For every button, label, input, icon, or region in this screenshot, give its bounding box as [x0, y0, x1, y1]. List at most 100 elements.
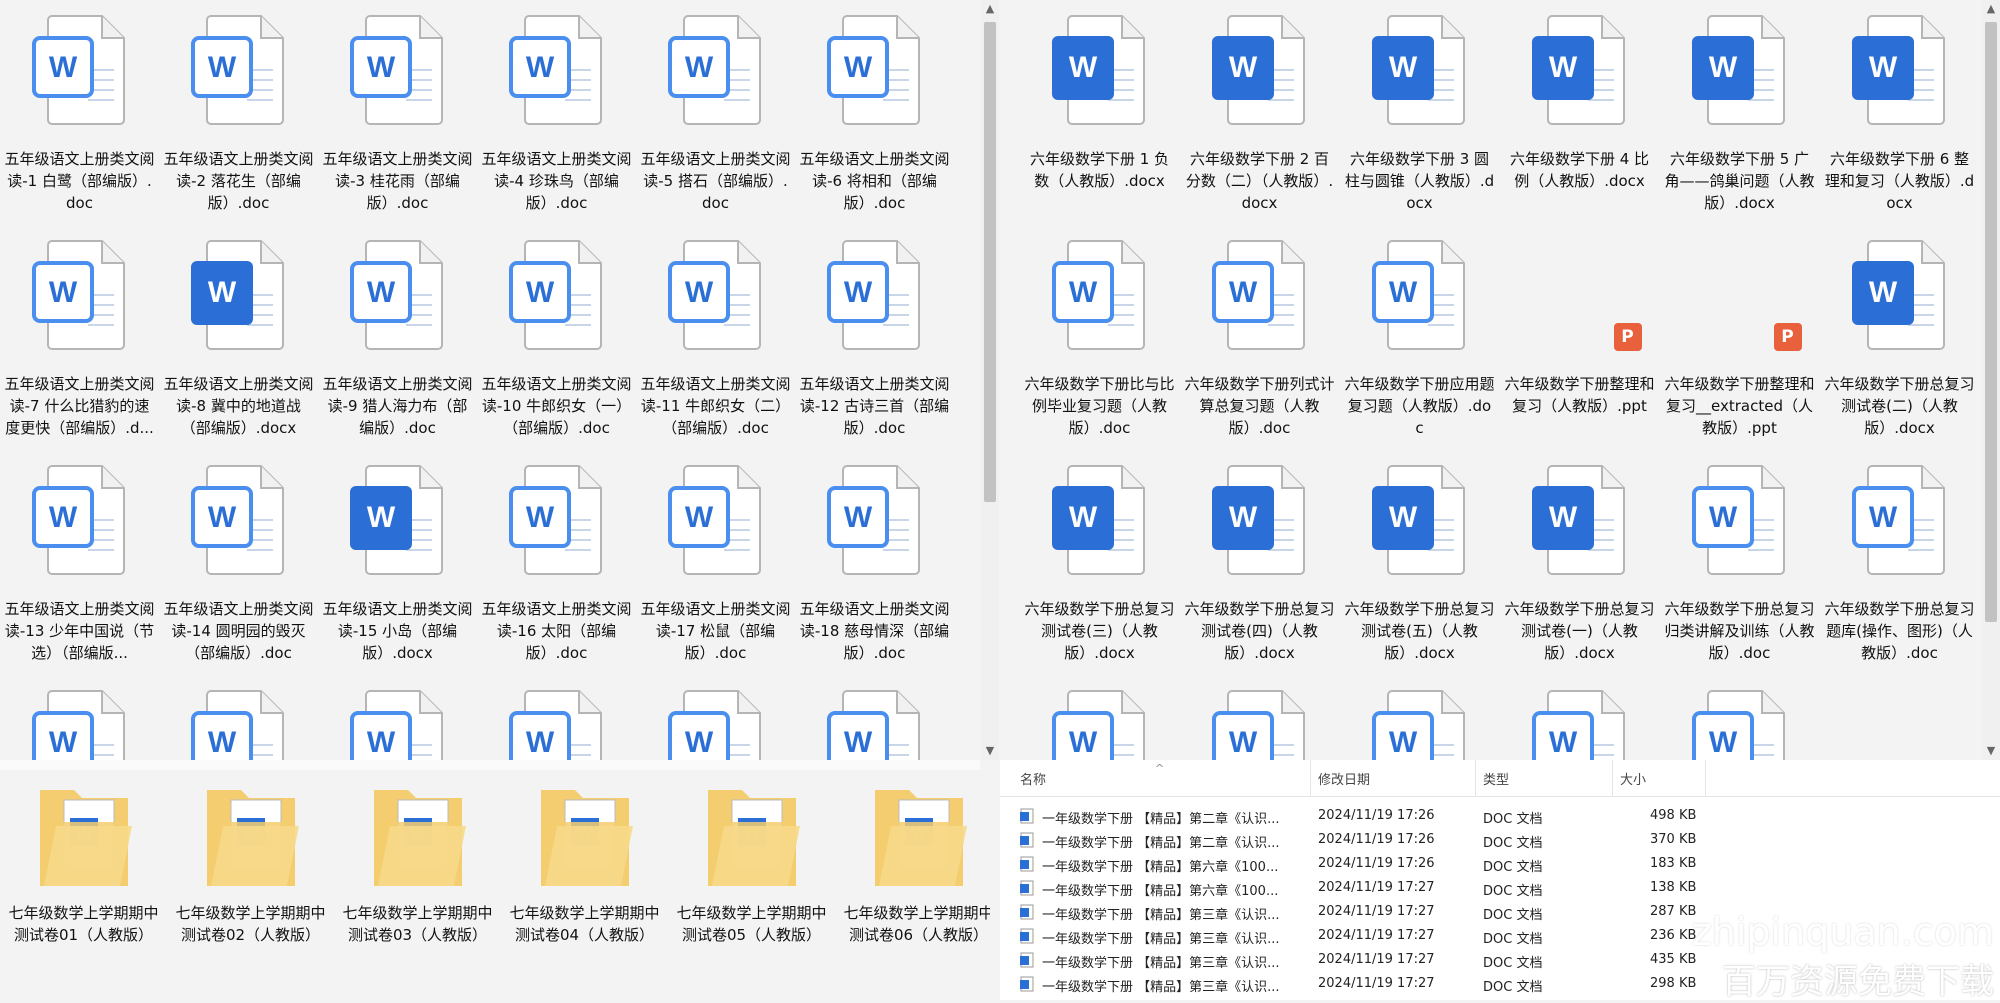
file-tile[interactable]: W 六年级数学下册 2 百分数（二）（人教版）.docx	[1180, 0, 1339, 225]
word-document-icon: W	[1050, 239, 1150, 351]
file-tile[interactable]: W 五年级语文上册类文阅读-9 猎人海力布（部编版）.doc	[318, 225, 477, 450]
file-name-label: 五年级语文上册类文阅读-7 什么比猎豹的速度更快（部编版）.d...	[4, 375, 155, 437]
file-tile[interactable]: W	[1660, 675, 1819, 760]
file-name-label: 五年级语文上册类文阅读-13 少年中国说（节选）（部编版...	[4, 600, 155, 662]
file-tile[interactable]: W 五年级语文上册类文阅读-11 牛郎织女（二）（部编版）.doc	[636, 225, 795, 450]
scroll-down-arrow-icon[interactable]: ▼	[981, 742, 999, 760]
vertical-scrollbar-right[interactable]: ▲ ▼	[1982, 0, 2000, 760]
svg-text:W: W	[1548, 726, 1577, 759]
scroll-up-arrow-icon[interactable]: ▲	[981, 0, 999, 18]
file-tile[interactable]: W 五年级语文上册类文阅读-18 慈母情深（部编版）.doc	[795, 450, 954, 675]
file-tile[interactable]: W	[795, 675, 954, 760]
file-name-label: 五年级语文上册类文阅读-14 圆明园的毁灭（部编版）.doc	[163, 600, 314, 662]
table-row[interactable]: 一年级数学下册 【精品】第二章《认识... 2024/11/19 17:26 D…	[1000, 804, 2000, 828]
word-document-icon: W	[1370, 239, 1470, 351]
file-tile[interactable]: W 五年级语文上册类文阅读-12 古诗三首（部编版）.doc	[795, 225, 954, 450]
file-tile[interactable]: W 五年级语文上册类文阅读-10 牛郎织女（一）（部编版）.doc	[477, 225, 636, 450]
file-tile[interactable]: W 五年级语文上册类文阅读-6 将相和（部编版）.doc	[795, 0, 954, 225]
file-tile[interactable]: W	[1180, 675, 1339, 760]
scroll-up-arrow-icon[interactable]: ▲	[1982, 0, 2000, 18]
file-tile[interactable]: W	[0, 675, 159, 760]
file-tile[interactable]: W 六年级数学下册列式计算总复习题（人教版）.doc	[1180, 225, 1339, 450]
vertical-scrollbar-left[interactable]: ▲ ▼	[981, 0, 999, 760]
file-tile[interactable]: P 六年级数学下册整理和复习（人教版）.ppt	[1500, 225, 1659, 450]
scrollbar-thumb[interactable]	[984, 22, 996, 502]
file-tile[interactable]: W 六年级数学下册 3 圆柱与圆锥（人教版）.docx	[1340, 0, 1499, 225]
file-tile[interactable]: W 六年级数学下册总复习测试卷(二)（人教版）.docx	[1820, 225, 1979, 450]
file-tile[interactable]: W 五年级语文上册类文阅读-7 什么比猎豹的速度更快（部编版）.d...	[0, 225, 159, 450]
svg-text:W: W	[1388, 726, 1417, 759]
table-row[interactable]: 一年级数学下册 【精品】第二章《认识... 2024/11/19 17:26 D…	[1000, 828, 2000, 852]
column-header-size[interactable]: 大小	[1620, 769, 1646, 788]
watermark-slogan: 百万资源免费下载	[1722, 962, 1994, 1002]
folder-tile[interactable]: W 七年级数学上学期期中测试卷06（人教版）	[835, 770, 990, 975]
file-tile[interactable]: W	[1020, 675, 1179, 760]
row-date: 2024/11/19 17:27	[1318, 976, 1435, 991]
file-tile[interactable]: W 六年级数学下册总复习归类讲解及训练（人教版）.doc	[1660, 450, 1819, 675]
scrollbar-thumb[interactable]	[1985, 22, 1997, 622]
file-tile[interactable]: W 六年级数学下册总复习测试卷(三)（人教版）.docx	[1020, 450, 1179, 675]
file-tile[interactable]: W 六年级数学下册应用题复习题（人教版）.doc	[1340, 225, 1499, 450]
file-tile[interactable]: W 六年级数学下册总复习测试卷(一)（人教版）.docx	[1500, 450, 1659, 675]
word-document-icon	[1020, 928, 1034, 944]
file-tile[interactable]: W 六年级数学下册 4 比例（人教版）.docx	[1500, 0, 1659, 225]
svg-text:W: W	[366, 276, 395, 309]
file-pane-top-right[interactable]: W 六年级数学下册 1 负数（人教版）.docx W 六年级数学下册 2 百分数…	[1000, 0, 2000, 760]
column-header-name[interactable]: 名称	[1020, 769, 1046, 788]
file-tile[interactable]: W 五年级语文上册类文阅读-14 圆明园的毁灭（部编版）.doc	[159, 450, 318, 675]
folder-tile[interactable]: W 七年级数学上学期期中测试卷02（人教版）	[167, 770, 334, 975]
file-tile[interactable]: W 五年级语文上册类文阅读-13 少年中国说（节选）（部编版...	[0, 450, 159, 675]
file-tile[interactable]: P 六年级数学下册整理和复习__extracted（人教版）.ppt	[1660, 225, 1819, 450]
file-tile[interactable]: W 五年级语文上册类文阅读-15 小岛（部编版）.docx	[318, 450, 477, 675]
file-tile[interactable]: W 六年级数学下册总复习题库(操作、图形)（人教版）.doc	[1820, 450, 1979, 675]
scroll-down-arrow-icon[interactable]: ▼	[1982, 742, 2000, 760]
file-tile[interactable]: W 六年级数学下册总复习测试卷(五)（人教版）.docx	[1340, 450, 1499, 675]
file-tile[interactable]: W	[477, 675, 636, 760]
row-size: 287 KB	[1650, 904, 1697, 919]
file-tile[interactable]: W 五年级语文上册类文阅读-17 松鼠（部编版）.doc	[636, 450, 795, 675]
word-document-icon: W	[507, 14, 607, 126]
file-tile[interactable]: W	[318, 675, 477, 760]
word-document-icon: W	[666, 464, 766, 576]
file-name-label: 六年级数学下册 5 广角——鸽巢问题（人教版）.docx	[1664, 150, 1815, 212]
row-date: 2024/11/19 17:26	[1318, 808, 1435, 823]
svg-text:W: W	[1068, 51, 1097, 84]
file-name-label: 六年级数学下册总复习测试卷(三)（人教版）.docx	[1024, 600, 1175, 662]
file-tile[interactable]: W 六年级数学下册总复习测试卷(四)（人教版）.docx	[1180, 450, 1339, 675]
table-row[interactable]: 一年级数学下册 【精品】第六章《100... 2024/11/19 17:27 …	[1000, 876, 2000, 900]
svg-text:W: W	[1068, 726, 1097, 759]
file-tile[interactable]: W 五年级语文上册类文阅读-2 落花生（部编版）.doc	[159, 0, 318, 225]
file-tile[interactable]: W 五年级语文上册类文阅读-8 冀中的地道战（部编版）.docx	[159, 225, 318, 450]
row-date: 2024/11/19 17:27	[1318, 952, 1435, 967]
file-tile[interactable]: W 五年级语文上册类文阅读-4 珍珠鸟（部编版）.doc	[477, 0, 636, 225]
table-row[interactable]: 一年级数学下册 【精品】第六章《100... 2024/11/19 17:26 …	[1000, 852, 2000, 876]
file-tile[interactable]: W	[1340, 675, 1499, 760]
column-header-type[interactable]: 类型	[1483, 769, 1509, 788]
file-tile[interactable]: W	[159, 675, 318, 760]
file-tile[interactable]: W	[636, 675, 795, 760]
folder-tile[interactable]: W 七年级数学上学期期中测试卷05（人教版）	[668, 770, 835, 975]
file-tile[interactable]: W 五年级语文上册类文阅读-5 搭石（部编版）.doc	[636, 0, 795, 225]
folder-icon: W	[368, 782, 468, 894]
file-tile[interactable]: W 五年级语文上册类文阅读-1 白鹭（部编版）.doc	[0, 0, 159, 225]
folder-tile[interactable]: W 七年级数学上学期期中测试卷03（人教版）	[334, 770, 501, 975]
file-tile[interactable]: W 六年级数学下册 5 广角——鸽巢问题（人教版）.docx	[1660, 0, 1819, 225]
file-tile[interactable]: W 六年级数学下册 1 负数（人教版）.docx	[1020, 0, 1179, 225]
folder-tile[interactable]: W 七年级数学上学期期中测试卷01（人教版）	[0, 770, 167, 975]
svg-text:W: W	[1548, 51, 1577, 84]
file-tile[interactable]: W 六年级数学下册比与比例毕业复习题（人教版）.doc	[1020, 225, 1179, 450]
file-tile[interactable]: W 五年级语文上册类文阅读-3 桂花雨（部编版）.doc	[318, 0, 477, 225]
file-pane-top-left[interactable]: W 五年级语文上册类文阅读-1 白鹭（部编版）.doc W 五年级语文上册类文阅…	[0, 0, 980, 760]
folder-tile[interactable]: W 七年级数学上学期期中测试卷04（人教版）	[501, 770, 668, 975]
file-name-label: 六年级数学下册应用题复习题（人教版）.doc	[1344, 375, 1495, 437]
file-tile[interactable]: W 五年级语文上册类文阅读-16 太阳（部编版）.doc	[477, 450, 636, 675]
folder-pane-bottom-left[interactable]: W 七年级数学上学期期中测试卷01（人教版） W 七年级数学上学期期中测试卷02…	[0, 770, 990, 1000]
file-tile[interactable]: W 六年级数学下册 6 整理和复习（人教版）.docx	[1820, 0, 1979, 225]
word-document-icon: W	[1690, 464, 1790, 576]
word-document-icon: W	[189, 239, 289, 351]
file-name-label: 五年级语文上册类文阅读-10 牛郎织女（一）（部编版）.doc	[481, 375, 632, 437]
column-header-date[interactable]: 修改日期	[1318, 769, 1370, 788]
svg-text:W: W	[1868, 501, 1897, 534]
file-tile[interactable]: W	[1500, 675, 1659, 760]
row-size: 138 KB	[1650, 880, 1697, 895]
